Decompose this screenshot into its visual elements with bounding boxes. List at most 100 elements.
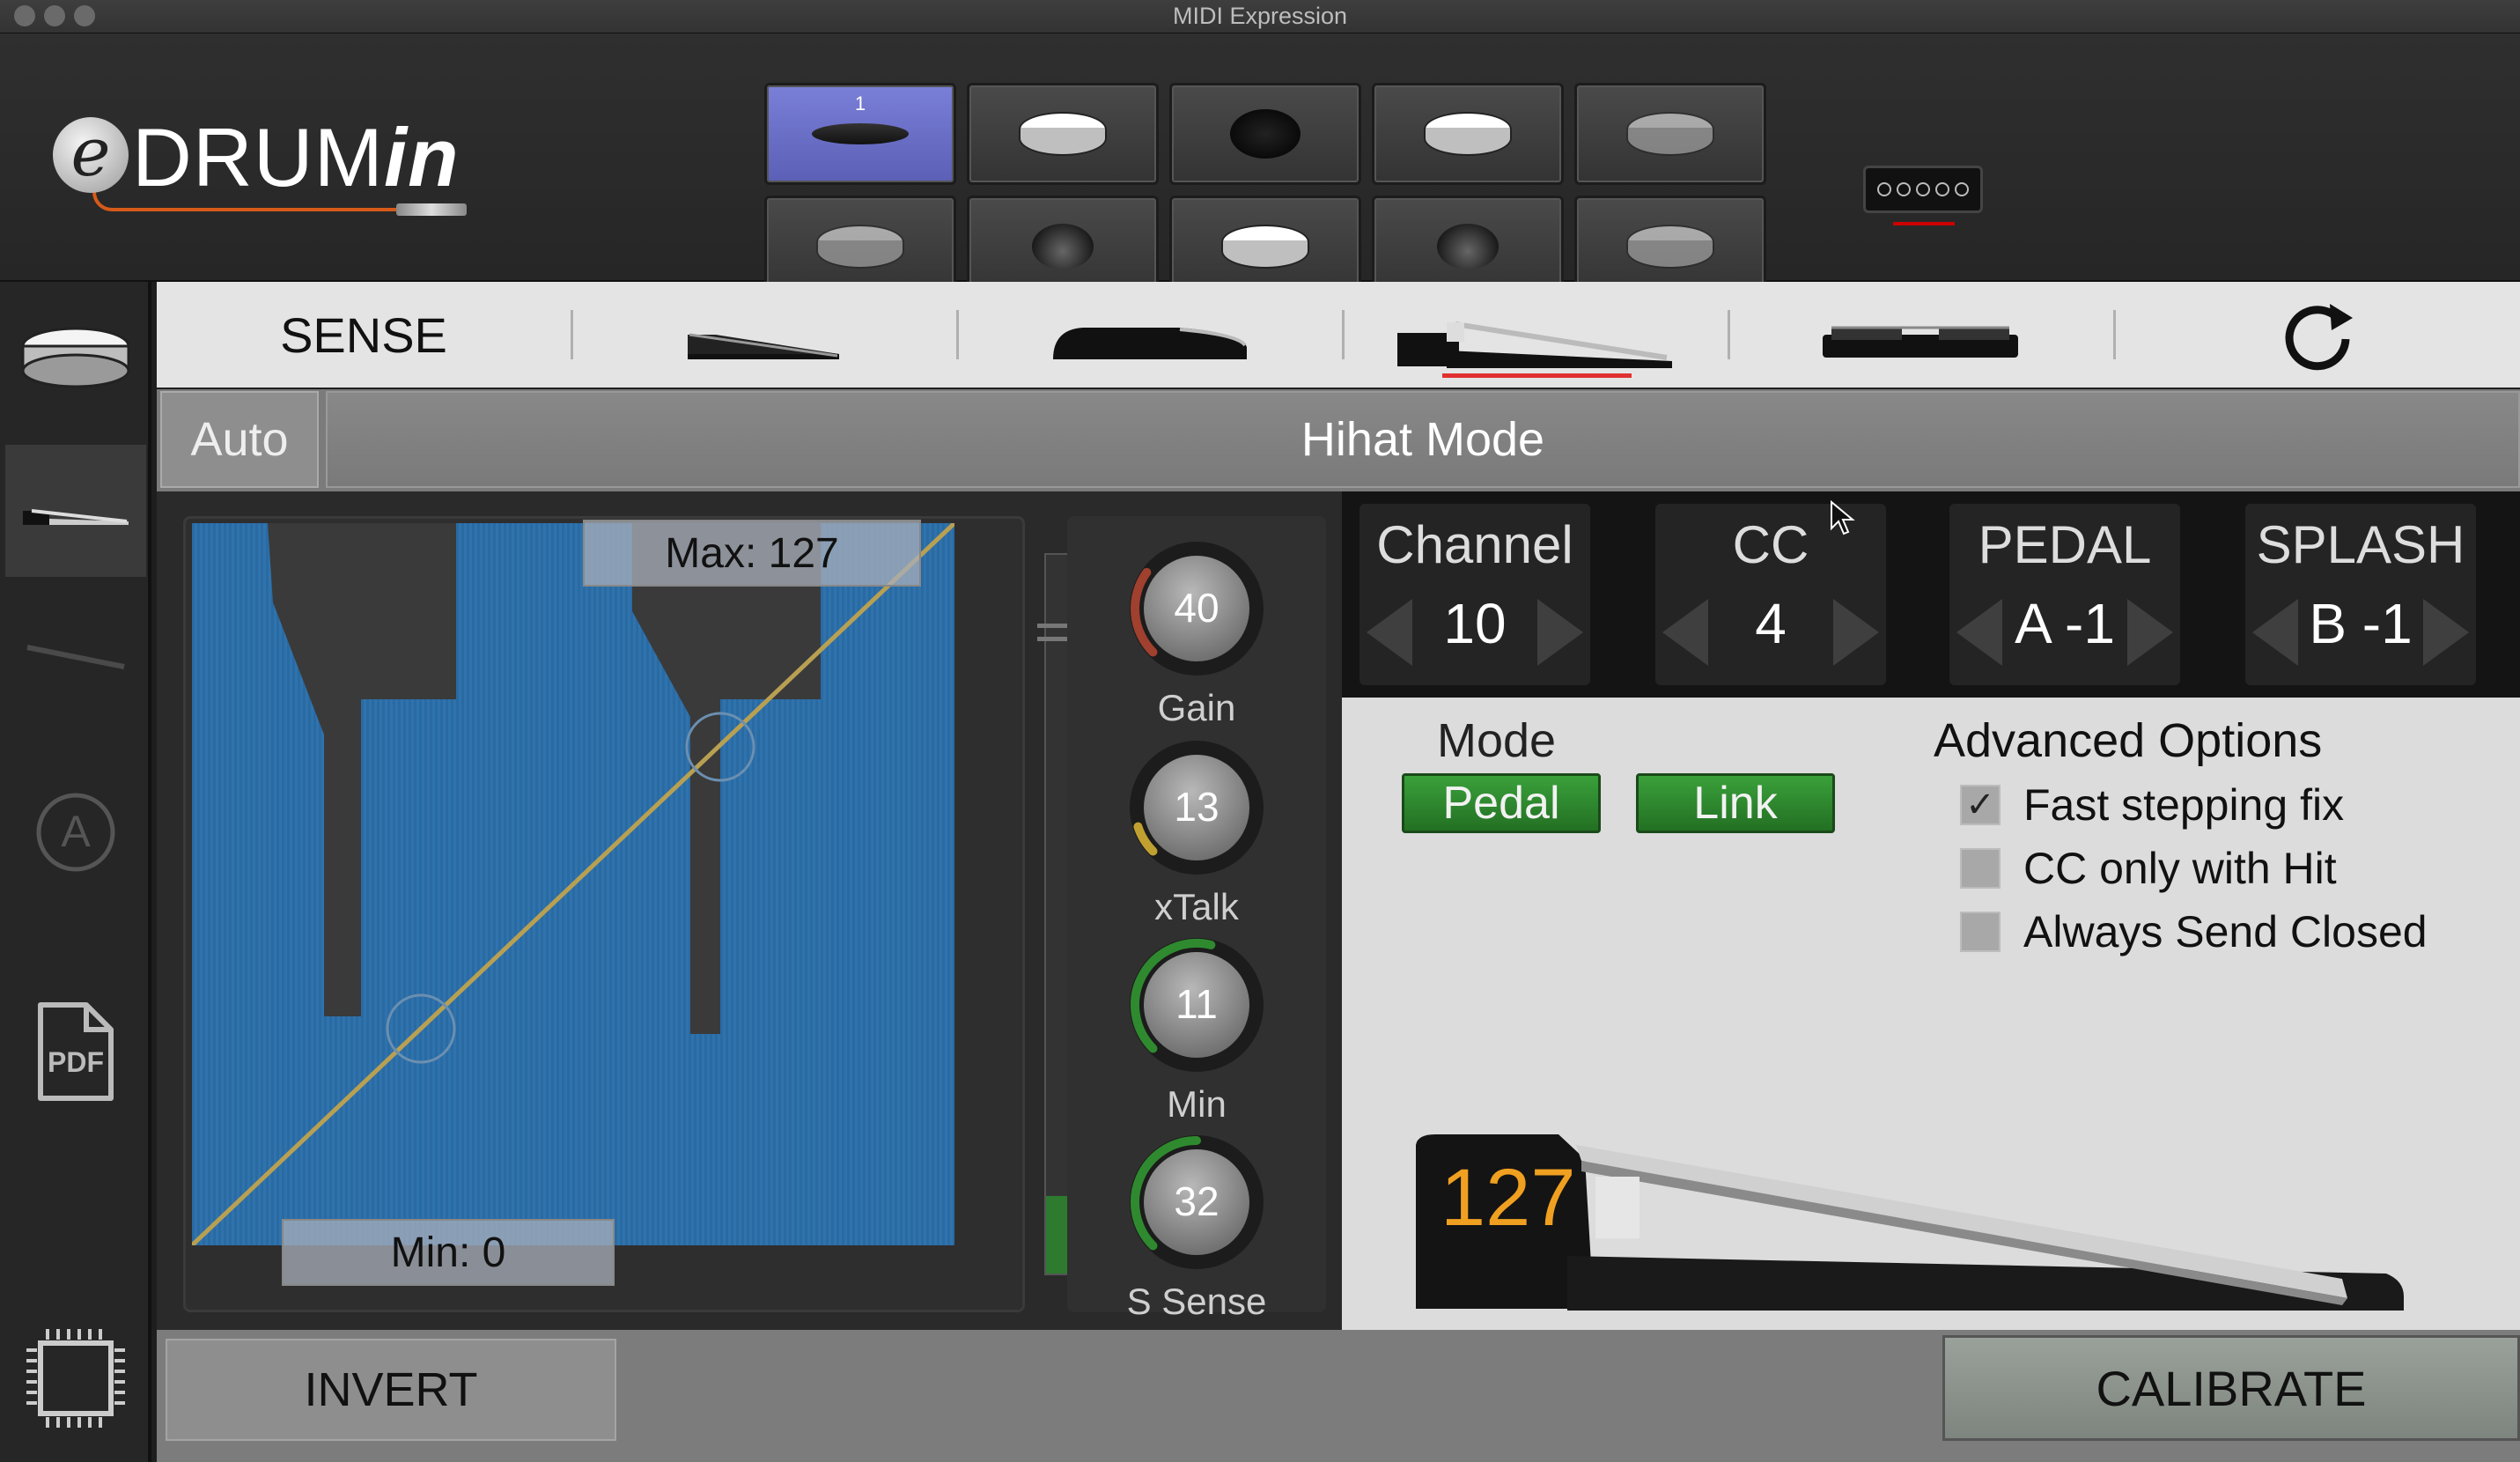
auto-button[interactable]: Auto [160,391,319,488]
tab-divider [956,310,959,359]
checkbox[interactable] [1960,912,2001,952]
mode-title: Mode [1437,714,1557,767]
splash-decrement-button[interactable] [2252,599,2298,666]
edrumin-logo: e DRUMin [53,111,493,249]
pad-button-3[interactable] [1169,83,1361,185]
min-label: Min [1167,1083,1227,1125]
active-tab-underline [1442,373,1632,378]
pedal-label: PEDAL [1978,515,2152,574]
snare-drum-icon [1626,112,1714,156]
tab-expression-pedal[interactable] [575,282,954,388]
sidebar-item-auto[interactable]: A [5,766,146,898]
gain-knob[interactable]: 40 Gain [1111,534,1282,728]
calibrate-button[interactable]: CALIBRATE [1942,1335,2520,1441]
pedal-decrement-button[interactable] [1956,599,2002,666]
knob-dial: 13 [1130,741,1264,875]
snare-drum-icon [1019,112,1107,156]
snare-drum-icon [816,225,904,269]
s-sense-label: S Sense [1126,1281,1267,1322]
tab-divider [571,310,573,359]
tab-flat-pedal[interactable] [1731,282,2110,388]
mouse-cursor-icon [1831,500,1855,535]
auto-a-icon: A [36,793,115,872]
cc-decrement-button[interactable] [1662,599,1708,666]
cymbal-icon [1437,224,1499,270]
svg-text:PDF: PDF [48,1046,104,1078]
knob-dial: 40 [1130,542,1264,676]
cc-increment-button[interactable] [1833,599,1879,666]
pad-button-4[interactable] [1372,83,1564,185]
pedal-icon [23,509,129,525]
xtalk-knob[interactable]: 13 xTalk [1111,733,1282,927]
expression-pedal-icon [688,333,839,359]
checkbox[interactable] [1960,848,2001,889]
tab-reset[interactable] [2117,282,2520,388]
sidebar-item-pad[interactable] [5,291,146,423]
hihat-pedal-visual: 127 [1409,1124,2474,1326]
main-panel: SENSE Auto Hihat Mode Max: 127 Min: 0 40… [157,282,2520,1462]
s-sense-knob[interactable]: 32 S Sense [1111,1127,1282,1322]
pedal-mode-button[interactable]: Pedal [1402,773,1601,833]
channel-label: Channel [1376,515,1573,574]
curve-max-label: Max: 127 [583,520,921,587]
link-button[interactable]: Link [1636,773,1835,833]
fast-stepping-fix-option[interactable]: ✓ Fast stepping fix [1960,780,2344,830]
reset-icon [2285,304,2353,371]
tab-sustain-pedal[interactable] [960,282,1338,388]
snare-drum-icon [1221,225,1309,269]
logo-wordmark: DRUMin [132,111,460,203]
hihat-icon [812,123,909,144]
pedal-param: PEDAL A -1 [1949,504,2180,685]
hihat-pedal-icon [1397,321,1672,368]
checkbox-label: CC only with Hit [2023,844,2337,893]
black-pad-icon [1230,109,1301,159]
channel-decrement-button[interactable] [1367,599,1412,666]
snare-drum-icon [1424,112,1512,156]
channel-param: Channel 10 [1359,504,1590,685]
pad-button-2[interactable] [967,83,1159,185]
response-curve-graph[interactable] [192,523,954,1245]
mode-row: Auto Hihat Mode [157,389,2520,491]
svg-text:40: 40 [1174,585,1219,631]
always-send-closed-option[interactable]: Always Send Closed [1960,907,2428,956]
window-title: MIDI Expression [1172,3,1348,29]
sidebar-item-cymbal[interactable] [5,590,146,722]
advanced-options-title: Advanced Options [1934,714,2323,767]
checkbox-label: Always Send Closed [2023,907,2428,956]
svg-text:11: 11 [1175,981,1218,1027]
left-sidebar: A PDF [0,282,151,1462]
tab-divider [1728,310,1730,359]
logo-plug [396,203,467,216]
cymbal-icon [1032,224,1094,270]
checkbox-label: Fast stepping fix [2023,780,2345,830]
pad-button-1[interactable]: 1 [764,83,956,185]
snare-drum-icon [1626,225,1714,269]
pedal-position-value: 127 [1441,1153,1576,1243]
splash-increment-button[interactable] [2423,599,2469,666]
pad-button-5[interactable] [1574,83,1766,185]
tab-hihat-pedal[interactable] [1345,282,1724,388]
invert-button[interactable]: INVERT [166,1339,616,1441]
title-bar: MIDI Expression [0,0,2520,33]
channel-increment-button[interactable] [1537,599,1583,666]
pedal-increment-button[interactable] [2127,599,2173,666]
checkbox[interactable]: ✓ [1960,785,2001,825]
ride-cymbal-icon [26,645,125,669]
knob-panel: 40 Gain 13 xTalk 11 Min 32 S Sense [1067,516,1326,1322]
min-knob[interactable]: 11 Min [1111,930,1282,1125]
midi-connector-icon[interactable] [1863,166,1983,213]
sidebar-item-pedal[interactable] [5,445,146,577]
knob-dial: 11 [1130,938,1264,1072]
tab-sense[interactable]: SENSE [157,282,571,388]
gain-label: Gain [1157,687,1236,728]
cc-only-with-hit-option[interactable]: CC only with Hit [1960,844,2337,893]
sidebar-item-firmware[interactable] [5,1312,146,1444]
svg-text:32: 32 [1174,1178,1219,1224]
chip-icon [26,1329,125,1428]
logo-e-badge: e [53,117,129,193]
tab-divider [2113,310,2116,359]
sidebar-item-pdf[interactable]: PDF [5,986,146,1119]
pad-selector-grid: 1 [764,83,1766,298]
hihat-mode-bar[interactable]: Hihat Mode [326,391,2520,488]
svg-text:A: A [61,807,91,856]
